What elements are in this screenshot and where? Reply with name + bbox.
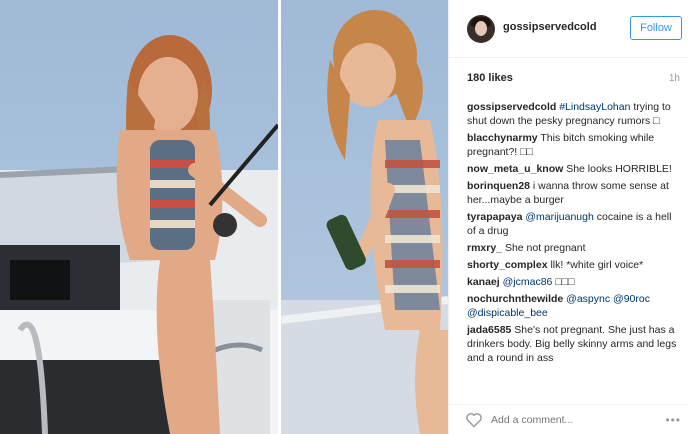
post-photo[interactable] xyxy=(0,0,448,434)
comment-username[interactable]: borinquen28 xyxy=(467,180,530,192)
comment-item: jada6585 She's not pregnant. She just ha… xyxy=(467,323,679,365)
comment-username[interactable]: blacchynarmy xyxy=(467,132,538,144)
comment-username[interactable]: kanaej xyxy=(467,276,500,288)
comment-text: □□□ xyxy=(552,276,575,288)
comment-hashtag[interactable]: #LindsayLohan xyxy=(556,101,630,113)
comment-username[interactable]: gossipservedcold xyxy=(467,101,556,113)
comment-item: shorty_complex llk! *white girl voice* xyxy=(467,258,679,272)
comment-mention[interactable]: @jcmac86 xyxy=(500,276,553,288)
avatar[interactable] xyxy=(467,15,495,43)
comment-item: now_meta_u_know She looks HORRIBLE! xyxy=(467,162,679,176)
post-time: 1h xyxy=(668,73,680,84)
comment-username[interactable]: tyrapapaya xyxy=(467,211,522,223)
comment-item: tyrapapaya @marijuanugh cocaine is a hel… xyxy=(467,210,679,238)
follow-button[interactable]: Follow xyxy=(630,16,682,40)
comment-text: She looks HORRIBLE! xyxy=(563,163,672,175)
comment-item: blacchynarmy This bitch smoking while pr… xyxy=(467,131,679,159)
comment-username[interactable]: shorty_complex xyxy=(467,259,548,271)
comment-mention[interactable]: @dispicable_bee xyxy=(467,307,548,319)
comment-item: gossipservedcold #LindsayLohan trying to… xyxy=(467,100,679,128)
comment-username[interactable]: nochurchnthewilde xyxy=(467,293,563,305)
comment-item: nochurchnthewilde @aspync @90roc @dispic… xyxy=(467,292,679,320)
comments-list: gossipservedcold #LindsayLohan trying to… xyxy=(467,100,679,398)
comment-text: She not pregnant xyxy=(502,242,586,254)
comment-mention[interactable]: @marijuanugh xyxy=(522,211,593,223)
post-header: gossipservedcold Follow xyxy=(449,0,688,58)
post-sidebar: gossipservedcold Follow 180 likes 1h gos… xyxy=(448,0,688,434)
post-username[interactable]: gossipservedcold xyxy=(503,21,597,33)
comment-footer: ••• xyxy=(449,404,688,434)
likes-count[interactable]: 180 likes xyxy=(467,72,513,84)
photo-divider xyxy=(278,0,281,434)
comment-username[interactable]: now_meta_u_know xyxy=(467,163,563,175)
comment-text: llk! *white girl voice* xyxy=(547,259,644,271)
comment-mention[interactable]: @90roc xyxy=(613,293,650,305)
comment-item: borinquen28 i wanna throw some sense at … xyxy=(467,179,679,207)
heart-icon[interactable] xyxy=(465,412,483,428)
add-comment-input[interactable] xyxy=(491,411,651,429)
more-options-icon[interactable]: ••• xyxy=(665,413,681,427)
comment-item: kanaej @jcmac86 □□□ xyxy=(467,275,679,289)
post-image xyxy=(0,10,448,434)
comment-mention[interactable]: @aspync xyxy=(563,293,610,305)
comment-username[interactable]: jada6585 xyxy=(467,324,511,336)
comment-username[interactable]: rmxry_ xyxy=(467,242,502,254)
comment-item: rmxry_ She not pregnant xyxy=(467,241,679,255)
